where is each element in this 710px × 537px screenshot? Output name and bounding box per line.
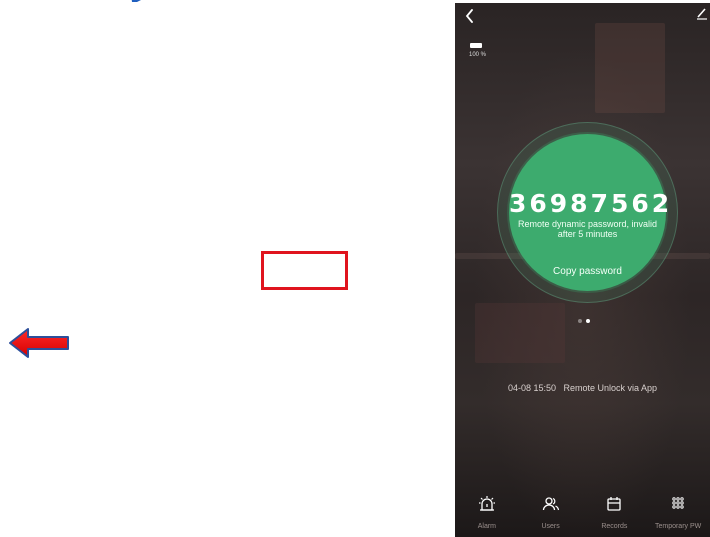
users-icon [542, 497, 559, 511]
red-rectangle-annotation [261, 251, 348, 290]
background-sofa [475, 303, 565, 363]
battery-status: 100 % [469, 43, 493, 65]
pencil-icon [697, 8, 707, 20]
bottom-nav: Alarm Users Records Temporary PW [455, 489, 710, 537]
keypad-icon [672, 497, 684, 509]
nav-records[interactable]: Records [583, 489, 647, 537]
password-hint: Remote dynamic password, invalid after 5… [517, 219, 658, 239]
battery-icon [470, 43, 482, 48]
record-text: Remote Unlock via App [563, 383, 658, 393]
page-indicator [578, 319, 590, 323]
nav-temporary-pw[interactable]: Temporary PW [646, 489, 710, 537]
dynamic-password: 36987562 [509, 189, 673, 218]
page-dot [578, 319, 582, 323]
nav-alarm[interactable]: Alarm [455, 489, 519, 537]
calendar-icon [607, 497, 622, 511]
latest-record[interactable]: 04-08 15:50 Remote Unlock via App [455, 383, 710, 393]
nav-temporary-pw-label: Temporary PW [654, 523, 702, 530]
record-time: 04-08 15:50 [507, 383, 556, 393]
password-circle: 36987562 Remote dynamic password, invali… [509, 134, 673, 291]
back-button[interactable] [460, 4, 478, 28]
alarm-icon [478, 496, 495, 511]
nav-alarm-label: Alarm [477, 523, 497, 530]
nav-users-label: Users [541, 523, 560, 530]
smart-lock-screen: 100 % 36987562 Remote dynamic password, … [455, 3, 710, 537]
edit-button[interactable] [696, 6, 710, 26]
nav-users[interactable]: Users [519, 489, 583, 537]
slide-heading-fragment [128, 0, 174, 2]
red-left-arrow-annotation [9, 328, 69, 358]
background-window [595, 23, 665, 113]
battery-level: 100 % [469, 52, 487, 58]
nav-records-label: Records [601, 523, 628, 530]
page-dot-active [586, 319, 590, 323]
copy-password-button[interactable]: Copy password [539, 266, 636, 277]
chevron-left-icon [465, 9, 473, 23]
